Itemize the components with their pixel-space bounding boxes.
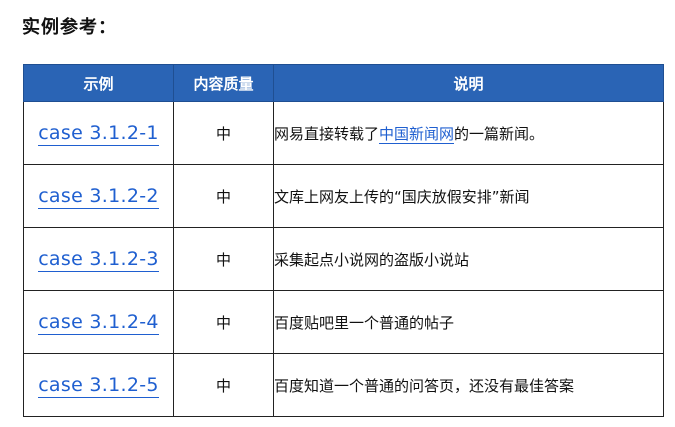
column-header-description: 说明 xyxy=(273,64,664,102)
quality-cell: 中 xyxy=(173,164,274,228)
description-cell: 采集起点小说网的盗版小说站 xyxy=(273,227,664,291)
case-cell: case 3.1.2-3 xyxy=(23,227,174,291)
table-header-row: 示例 内容质量 说明 xyxy=(23,64,664,102)
case-link[interactable]: case 3.1.2-3 xyxy=(38,248,159,272)
quality-cell: 中 xyxy=(173,101,274,165)
page-heading: 实例参考： xyxy=(22,17,117,38)
quality-cell: 中 xyxy=(173,353,274,417)
quality-cell: 中 xyxy=(173,227,274,291)
table-row: case 3.1.2-5 中 百度知道一个普通的问答页，还没有最佳答案 xyxy=(23,353,664,417)
case-cell: case 3.1.2-4 xyxy=(23,290,174,354)
table-row: case 3.1.2-2 中 文库上网友上传的“国庆放假安排”新闻 xyxy=(23,164,664,228)
table-row: case 3.1.2-1 中 网易直接转载了中国新闻网的一篇新闻。 xyxy=(23,101,664,165)
description-cell: 文库上网友上传的“国庆放假安排”新闻 xyxy=(273,164,664,228)
case-link[interactable]: case 3.1.2-5 xyxy=(38,374,159,398)
description-cell: 百度知道一个普通的问答页，还没有最佳答案 xyxy=(273,353,664,417)
chinanews-link[interactable]: 中国新闻网 xyxy=(379,124,455,144)
description-cell: 网易直接转载了中国新闻网的一篇新闻。 xyxy=(273,101,664,165)
column-header-quality: 内容质量 xyxy=(173,64,274,102)
case-link[interactable]: case 3.1.2-2 xyxy=(38,185,159,209)
case-cell: case 3.1.2-5 xyxy=(23,353,174,417)
case-table: 示例 内容质量 说明 case 3.1.2-1 中 网易直接转载了中国新闻网的一… xyxy=(23,64,664,417)
description-text: 的一篇新闻。 xyxy=(454,124,545,143)
description-text: 网易直接转载了 xyxy=(274,124,380,143)
column-header-example: 示例 xyxy=(23,64,174,102)
description-cell: 百度贴吧里一个普通的帖子 xyxy=(273,290,664,354)
table-row: case 3.1.2-3 中 采集起点小说网的盗版小说站 xyxy=(23,227,664,291)
case-cell: case 3.1.2-1 xyxy=(23,101,174,165)
case-link[interactable]: case 3.1.2-4 xyxy=(38,311,159,335)
table-row: case 3.1.2-4 中 百度贴吧里一个普通的帖子 xyxy=(23,290,664,354)
case-link[interactable]: case 3.1.2-1 xyxy=(38,122,159,146)
case-cell: case 3.1.2-2 xyxy=(23,164,174,228)
quality-cell: 中 xyxy=(173,290,274,354)
